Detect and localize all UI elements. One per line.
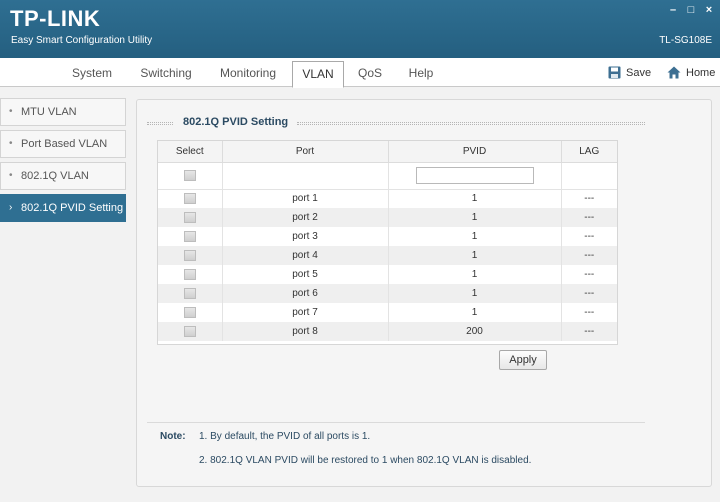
port-checkbox[interactable]: [183, 325, 196, 337]
tab-system[interactable]: System: [58, 58, 126, 87]
port-checkbox[interactable]: [183, 193, 196, 205]
select-all-checkbox[interactable]: [183, 169, 196, 181]
pvid-value: 1: [388, 265, 562, 284]
home-label: Home: [686, 66, 716, 79]
save-button[interactable]: Save: [608, 58, 651, 87]
sidebar-item-label: 802.1Q VLAN: [21, 170, 89, 182]
sidebar-item-label: 802.1Q PVID Setting: [21, 202, 124, 214]
bullet-icon: •: [9, 106, 13, 117]
app-window: TP-LINK Easy Smart Configuration Utility…: [0, 0, 720, 502]
sidebar-item-8021q-pvid-setting[interactable]: › 802.1Q PVID Setting: [0, 194, 126, 222]
table-row: port 5 1 ---: [158, 265, 617, 284]
note-label: Note:: [160, 431, 186, 442]
tab-help[interactable]: Help: [398, 58, 444, 87]
sidebar-item-mtu-vlan[interactable]: • MTU VLAN: [0, 98, 126, 126]
main-nav: System Switching Monitoring VLAN QoS Hel…: [0, 58, 720, 88]
section-title: 802.1Q PVID Setting: [183, 116, 289, 128]
port-checkbox[interactable]: [183, 287, 196, 299]
pvid-value: 1: [388, 189, 562, 208]
note-divider: [147, 422, 645, 423]
lag-cell: [561, 162, 617, 190]
tab-monitoring[interactable]: Monitoring: [208, 58, 288, 87]
port-checkbox[interactable]: [183, 249, 196, 261]
table-row: port 8 200 ---: [158, 322, 617, 341]
pvid-value: 1: [388, 246, 562, 265]
chevron-right-icon: ›: [9, 202, 13, 213]
sidebar-item-8021q-vlan[interactable]: • 802.1Q VLAN: [0, 162, 126, 190]
pvid-table: Select Port PVID LAG port 1 1 --- port 2…: [158, 141, 617, 341]
pvid-table-container: Select Port PVID LAG port 1 1 --- port 2…: [157, 140, 618, 345]
title-bar: TP-LINK Easy Smart Configuration Utility…: [0, 0, 720, 58]
column-header-lag: LAG: [561, 141, 617, 163]
lag-value: ---: [561, 322, 617, 341]
port-name: port 2: [222, 208, 389, 227]
port-name: port 3: [222, 227, 389, 246]
pvid-value: 1: [388, 284, 562, 303]
port-cell: [222, 162, 389, 190]
edit-row: [158, 162, 617, 190]
port-checkbox[interactable]: [183, 211, 196, 223]
apply-button[interactable]: Apply: [499, 350, 547, 370]
section-header: 802.1Q PVID Setting: [147, 116, 645, 130]
lag-value: ---: [584, 193, 595, 205]
close-button[interactable]: ×: [704, 4, 714, 16]
pvid-cell: [388, 162, 562, 190]
lag-value: ---: [584, 269, 595, 280]
home-button[interactable]: Home: [667, 58, 715, 87]
pvid-value: 1: [388, 208, 562, 227]
pvid-value: 1: [388, 303, 562, 322]
table-row: port 1 1 ---: [158, 189, 617, 208]
tab-qos[interactable]: QoS: [350, 58, 390, 87]
brand-logo: TP-LINK: [10, 6, 101, 31]
sidebar-item-port-based-vlan[interactable]: • Port Based VLAN: [0, 130, 126, 158]
port-checkbox[interactable]: [183, 306, 196, 318]
table-header-row: Select Port PVID LAG: [158, 141, 617, 163]
port-name: port 7: [222, 303, 389, 322]
table-row: port 2 1 ---: [158, 208, 617, 227]
lag-value: ---: [561, 284, 617, 303]
tab-switching[interactable]: Switching: [130, 58, 202, 87]
title-rule-left: [147, 122, 173, 125]
port-checkbox[interactable]: [183, 230, 196, 242]
pvid-value: 200: [388, 322, 562, 341]
device-model: TL-SG108E: [659, 35, 712, 46]
note-line-1: 1. By default, the PVID of all ports is …: [199, 431, 371, 442]
save-label: Save: [626, 66, 652, 79]
table-row: port 4 1 ---: [158, 246, 617, 265]
lag-value: ---: [584, 231, 595, 242]
sidebar-item-label: Port Based VLAN: [21, 138, 108, 150]
lag-value: ---: [561, 246, 617, 265]
bullet-icon: •: [9, 170, 13, 181]
column-header-select: Select: [158, 141, 223, 163]
content-panel: 802.1Q PVID Setting Select Port PVID LAG: [136, 99, 712, 487]
tab-vlan[interactable]: VLAN: [292, 61, 344, 88]
table-row: port 3 1 ---: [158, 227, 617, 246]
pvid-input[interactable]: [415, 167, 534, 184]
sidebar: • MTU VLAN • Port Based VLAN • 802.1Q VL…: [0, 98, 128, 226]
port-name: port 5: [222, 265, 389, 284]
port-checkbox[interactable]: [183, 268, 196, 280]
lag-value: ---: [561, 208, 617, 227]
floppy-disk-icon: [608, 66, 621, 79]
port-name: port 1: [222, 189, 389, 208]
sidebar-item-label: MTU VLAN: [21, 106, 77, 118]
title-rule-right: [297, 122, 645, 125]
pvid-value: 1: [388, 227, 562, 246]
port-name: port 8: [222, 322, 389, 341]
minimize-button[interactable]: –: [668, 4, 678, 16]
table-row: port 7 1 ---: [158, 303, 617, 322]
port-name: port 6: [222, 284, 389, 303]
column-header-pvid: PVID: [388, 141, 562, 163]
window-controls: – □ ×: [668, 4, 714, 16]
port-name: port 4: [222, 246, 389, 265]
note-line-2: 2. 802.1Q VLAN PVID will be restored to …: [199, 455, 532, 466]
column-header-port: Port: [222, 141, 389, 163]
maximize-button[interactable]: □: [686, 4, 696, 16]
house-icon: [667, 66, 681, 79]
lag-value: ---: [584, 307, 595, 318]
app-subtitle: Easy Smart Configuration Utility: [11, 35, 153, 46]
select-cell: [158, 162, 223, 190]
bullet-icon: •: [9, 138, 13, 149]
table-row: port 6 1 ---: [158, 284, 617, 303]
